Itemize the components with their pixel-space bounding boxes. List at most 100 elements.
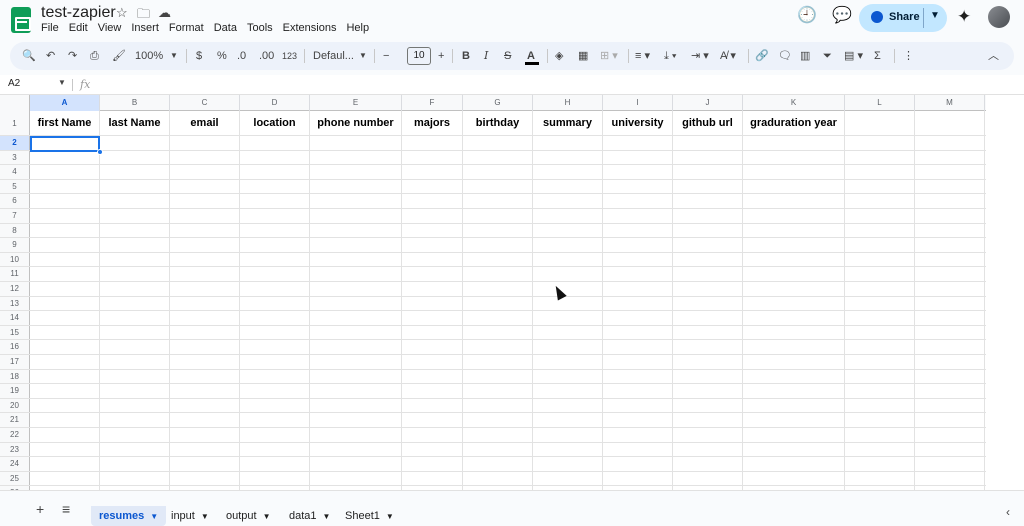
cell[interactable] (402, 457, 463, 471)
cell[interactable] (743, 355, 845, 369)
column-header-m[interactable]: M (915, 95, 985, 111)
italic-button[interactable]: I (484, 48, 488, 64)
cell[interactable] (743, 340, 845, 354)
cell[interactable] (170, 398, 240, 413)
column-header-h[interactable]: H (533, 95, 603, 111)
cell[interactable] (673, 282, 743, 296)
cell[interactable] (463, 355, 533, 369)
text-wrapping-icon[interactable]: ⇥ ▾ (691, 48, 709, 64)
cell[interactable] (310, 413, 402, 427)
row-header[interactable]: 2 (0, 136, 30, 150)
cell[interactable] (673, 136, 743, 150)
row-header[interactable]: 5 (0, 179, 30, 194)
cell[interactable] (402, 179, 463, 194)
cell[interactable] (743, 369, 845, 384)
cell[interactable] (533, 165, 603, 179)
cell[interactable] (915, 238, 985, 252)
cell[interactable] (240, 209, 310, 223)
cell[interactable] (100, 179, 170, 194)
cell[interactable] (915, 340, 985, 354)
cell[interactable] (240, 238, 310, 252)
cell[interactable] (402, 428, 463, 442)
cell[interactable] (743, 238, 845, 252)
cell[interactable] (533, 136, 603, 150)
more-options-icon[interactable]: ⋮ (903, 48, 914, 64)
cell[interactable] (845, 457, 915, 471)
row-header[interactable]: 22 (0, 428, 30, 442)
cell[interactable] (402, 252, 463, 267)
cell[interactable] (240, 428, 310, 442)
cell[interactable] (30, 150, 100, 165)
vertical-align-icon[interactable]: ⤓ ▾ (664, 48, 677, 64)
menu-extensions[interactable]: Extensions (278, 22, 342, 34)
cell[interactable] (845, 267, 915, 281)
cell[interactable] (915, 369, 985, 384)
cell[interactable] (463, 150, 533, 165)
sheet-tab-data1[interactable]: data1 ▼ (281, 506, 338, 526)
cell[interactable] (603, 179, 673, 194)
filter-views-icon[interactable]: ▤ ▾ (844, 48, 863, 64)
sheet-tab-output[interactable]: output ▼ (218, 506, 279, 526)
cell[interactable] (402, 384, 463, 398)
cell[interactable] (463, 384, 533, 398)
cell[interactable] (845, 398, 915, 413)
header-cell[interactable]: phone number (310, 111, 402, 135)
menu-edit[interactable]: Edit (64, 22, 93, 34)
row-header[interactable]: 14 (0, 311, 30, 325)
cell[interactable] (603, 194, 673, 208)
cell[interactable] (743, 325, 845, 340)
cell[interactable] (30, 325, 100, 340)
cell[interactable] (402, 223, 463, 238)
cell[interactable] (743, 282, 845, 296)
cell[interactable] (743, 398, 845, 413)
cell[interactable] (100, 150, 170, 165)
cell[interactable] (743, 384, 845, 398)
cell[interactable] (402, 209, 463, 223)
cloud-status-icon[interactable]: ☁ (158, 5, 171, 21)
header-cell[interactable]: location (240, 111, 310, 135)
cell[interactable] (845, 428, 915, 442)
cell[interactable] (463, 179, 533, 194)
cell[interactable] (603, 355, 673, 369)
cell[interactable] (463, 194, 533, 208)
cell[interactable] (30, 194, 100, 208)
cell[interactable] (845, 238, 915, 252)
cell[interactable] (915, 252, 985, 267)
row-header[interactable]: 18 (0, 369, 30, 384)
header-cell[interactable]: graduration year (743, 111, 845, 135)
row-header[interactable]: 21 (0, 413, 30, 427)
cell[interactable] (673, 209, 743, 223)
cell[interactable] (30, 267, 100, 281)
cell[interactable] (402, 136, 463, 150)
cell[interactable] (743, 194, 845, 208)
header-cell[interactable]: university (603, 111, 673, 135)
cell[interactable] (170, 384, 240, 398)
cell[interactable] (240, 355, 310, 369)
cell[interactable] (603, 442, 673, 457)
cell[interactable] (310, 267, 402, 281)
redo-icon[interactable]: ↷ (68, 48, 77, 64)
cell[interactable] (310, 165, 402, 179)
cell[interactable] (463, 471, 533, 486)
column-header-g[interactable]: G (463, 95, 533, 111)
cell[interactable] (170, 355, 240, 369)
increase-decimal-button[interactable]: .00 (259, 48, 274, 64)
cell[interactable] (310, 355, 402, 369)
all-sheets-icon[interactable]: ≡ (62, 501, 70, 517)
strikethrough-icon[interactable]: S (504, 48, 511, 64)
cell[interactable] (30, 238, 100, 252)
cell[interactable] (310, 296, 402, 311)
cell[interactable] (30, 223, 100, 238)
cell[interactable] (100, 252, 170, 267)
cell[interactable] (463, 442, 533, 457)
header-cell[interactable]: first Name (30, 111, 100, 135)
cell[interactable] (100, 311, 170, 325)
cell[interactable] (603, 238, 673, 252)
cell[interactable] (240, 194, 310, 208)
cell[interactable] (845, 136, 915, 150)
cell[interactable] (533, 428, 603, 442)
cell[interactable] (402, 355, 463, 369)
cell[interactable] (463, 209, 533, 223)
cell[interactable] (673, 413, 743, 427)
insert-chart-icon[interactable]: ▥ (800, 48, 810, 64)
